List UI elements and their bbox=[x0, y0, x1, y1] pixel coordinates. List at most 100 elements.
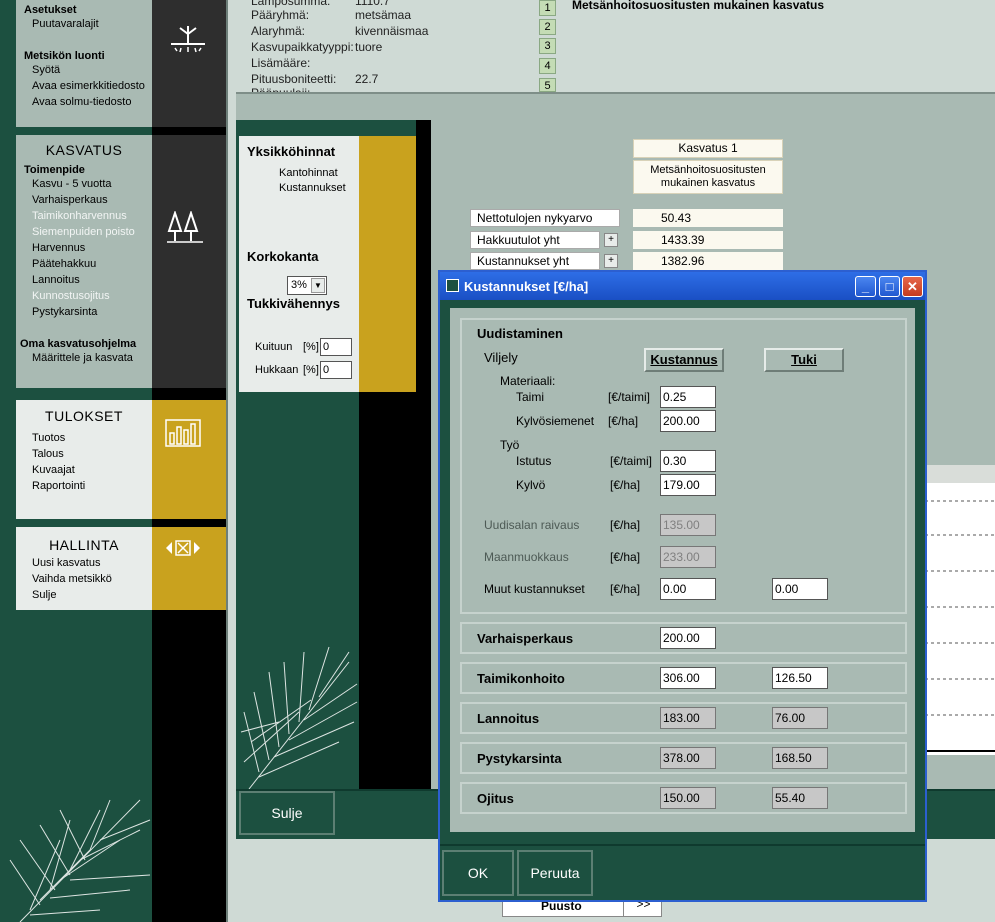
nav-item-syota[interactable]: Syötä bbox=[24, 62, 152, 78]
kylvosiemenet-unit: [€/ha] bbox=[608, 414, 639, 428]
lannoitus-tuki-input: 76.00 bbox=[772, 707, 828, 729]
taimi-input[interactable]: 0.25 bbox=[660, 386, 716, 408]
hukkaan-input[interactable]: 0 bbox=[320, 361, 352, 379]
close-window-button[interactable]: Sulje bbox=[239, 791, 335, 835]
muut-kustannukset-tuki-input[interactable]: 0.00 bbox=[772, 578, 828, 600]
nav-item-varhaisperkaus[interactable]: Varhaisperkaus bbox=[24, 192, 152, 208]
kylvosiemenet-input[interactable]: 200.00 bbox=[660, 410, 716, 432]
nav-title-tulokset: TULOKSET bbox=[45, 408, 123, 424]
nav-item-vaihda-metsikko[interactable]: Vaihda metsikkö bbox=[24, 571, 152, 587]
maanmuokkaus-label: Maanmuokkaus bbox=[484, 550, 569, 564]
cancel-button[interactable]: Peruuta bbox=[517, 850, 593, 896]
taimikonhoito-tuki-input[interactable]: 126.50 bbox=[772, 667, 828, 689]
seedling-icon bbox=[171, 26, 205, 53]
info-label-lamposumma: Lämpösumma: bbox=[251, 0, 331, 8]
nav-item-tuotos[interactable]: Tuotos bbox=[24, 430, 152, 446]
chevron-down-icon[interactable]: ▼ bbox=[311, 278, 325, 293]
nav-item-harvennus[interactable]: Harvennus bbox=[24, 240, 152, 256]
muut-kustannukset-unit: [€/ha] bbox=[610, 582, 641, 596]
expand-kustannukset-button[interactable]: + bbox=[604, 254, 618, 268]
raivaus-unit: [€/ha] bbox=[610, 518, 641, 532]
nav-item-puutavaralajit[interactable]: Puutavaralajit bbox=[24, 16, 152, 32]
kustannus-column-header[interactable]: Kustannus bbox=[644, 348, 724, 372]
varhaisperkaus-kustannus-input[interactable]: 200.00 bbox=[660, 627, 716, 649]
section-varhaisperkaus: Varhaisperkaus 200.00 bbox=[460, 622, 907, 654]
korkokanta-label: Korkokanta bbox=[247, 249, 319, 264]
nav-item-avaa-esimerkki[interactable]: Avaa esimerkkitiedosto bbox=[24, 78, 152, 94]
nav-item-talous[interactable]: Talous bbox=[24, 446, 152, 462]
menu-kustannukset[interactable]: Kustannukset bbox=[279, 182, 359, 194]
kylvo-unit: [€/ha] bbox=[610, 478, 641, 492]
maanmuokkaus-unit: [€/ha] bbox=[610, 550, 641, 564]
raivaus-input: 135.00 bbox=[660, 514, 716, 536]
pine-branch-decoration-window bbox=[240, 646, 358, 789]
info-value-kasvupaikkatyyppi: tuore bbox=[355, 40, 383, 54]
tyo-label: Työ bbox=[500, 438, 520, 452]
label-kustannukset-yht: Kustannukset yht bbox=[470, 252, 600, 270]
unit-prices-heading: Yksikköhinnat bbox=[247, 144, 336, 159]
nav-icon-box-kasvatus bbox=[152, 135, 226, 388]
nav-title-kasvatus: KASVATUS bbox=[45, 142, 123, 158]
nav-item-lannoitus[interactable]: Lannoitus bbox=[24, 272, 152, 288]
tuki-column-header[interactable]: Tuki bbox=[764, 348, 844, 372]
nav-heading-asetukset: Asetukset bbox=[24, 4, 77, 16]
kasvatus-title: Kasvatus 1 bbox=[633, 139, 783, 158]
istutus-label: Istutus bbox=[516, 454, 552, 468]
nav-icon-box-settings bbox=[152, 0, 226, 127]
step-button-2[interactable]: 2 bbox=[539, 19, 556, 35]
taimikonhoito-label: Taimikonhoito bbox=[477, 671, 565, 686]
nav-item-siemenpuiden-poisto: Siemenpuiden poisto bbox=[32, 226, 135, 238]
menu-kantohinnat[interactable]: Kantohinnat bbox=[279, 167, 359, 179]
kasvatus-subtitle: Metsänhoitosuositusten mukainen kasvatus bbox=[633, 160, 783, 194]
maximize-button[interactable]: □ bbox=[879, 276, 900, 297]
nav-item-maarittele[interactable]: Määrittele ja kasvata bbox=[24, 350, 152, 366]
minimize-button[interactable]: _ bbox=[855, 276, 876, 297]
step-button-5[interactable]: 5 bbox=[539, 78, 556, 92]
step-button-3[interactable]: 3 bbox=[539, 38, 556, 54]
nav-heading-oma-kasvatusohjelma: Oma kasvatusohjelma bbox=[20, 338, 137, 350]
materiaali-label: Materiaali: bbox=[500, 374, 556, 388]
nav-block-hallinta: HALLINTA Uusi kasvatus Vaihda metsikkö S… bbox=[16, 527, 152, 610]
korkokanta-select[interactable]: 3% ▼ bbox=[287, 276, 327, 295]
step-button-4[interactable]: 4 bbox=[539, 58, 556, 74]
nav-item-pystykarsinta[interactable]: Pystykarsinta bbox=[24, 304, 152, 320]
kuituun-input[interactable]: 0 bbox=[320, 338, 352, 356]
uudistaminen-heading: Uudistaminen bbox=[477, 326, 563, 341]
korkokanta-value: 3% bbox=[291, 279, 307, 291]
nav-item-taimikonharvennus: Taimikonharvennus bbox=[32, 210, 127, 222]
ojitus-kustannus-input: 150.00 bbox=[660, 787, 716, 809]
tukkivahennys-heading: Tukkivähennys bbox=[247, 296, 340, 311]
taimi-label: Taimi bbox=[516, 390, 545, 404]
nav-item-sulje[interactable]: Sulje bbox=[24, 587, 152, 603]
app-icon bbox=[446, 279, 459, 292]
expand-hakkuutulot-button[interactable]: + bbox=[604, 233, 618, 247]
dialog-titlebar[interactable]: Kustannukset [€/ha] _ □ ✕ bbox=[440, 272, 925, 300]
info-value-alaryhma: kivennäismaa bbox=[355, 24, 429, 38]
label-nettotulojen-nykyarvo: Nettotulojen nykyarvo bbox=[470, 209, 620, 227]
background-table-fragment bbox=[925, 465, 995, 755]
step-button-1[interactable]: 1 bbox=[539, 0, 556, 16]
kuituun-label: Kuituun bbox=[255, 341, 293, 353]
nav-item-avaa-solmu[interactable]: Avaa solmu-tiedosto bbox=[24, 94, 152, 110]
nav-item-raportointi[interactable]: Raportointi bbox=[24, 478, 152, 494]
nav-item-kasvu[interactable]: Kasvu - 5 vuotta bbox=[24, 176, 152, 192]
nav-item-uusi-kasvatus[interactable]: Uusi kasvatus bbox=[24, 555, 152, 571]
muut-kustannukset-input[interactable]: 0.00 bbox=[660, 578, 716, 600]
nav-heading-toimenpide: Toimenpide bbox=[24, 164, 85, 176]
raivaus-label: Uudisalan raivaus bbox=[484, 518, 580, 532]
nav-item-kuvaajat[interactable]: Kuvaajat bbox=[24, 462, 152, 478]
taimi-unit: [€/taimi] bbox=[608, 390, 651, 404]
nav-item-paatehakkuu[interactable]: Päätehakkuu bbox=[24, 256, 152, 272]
ok-button[interactable]: OK bbox=[442, 850, 514, 896]
kylvo-input[interactable]: 179.00 bbox=[660, 474, 716, 496]
close-icon[interactable]: ✕ bbox=[902, 276, 923, 297]
taimikonhoito-kustannus-input[interactable]: 306.00 bbox=[660, 667, 716, 689]
section-taimikonhoito: Taimikonhoito 306.00 126.50 bbox=[460, 662, 907, 694]
lannoitus-kustannus-input: 183.00 bbox=[660, 707, 716, 729]
nav-block-tulokset: TULOKSET Tuotos Talous Kuvaajat Raportoi… bbox=[16, 400, 152, 519]
viljely-label: Viljely bbox=[484, 350, 518, 365]
dialog-body: Uudistaminen Viljely Kustannus Tuki Mate… bbox=[450, 308, 915, 832]
unit-prices-black-block bbox=[359, 392, 431, 789]
dialog-footer: OK Peruuta bbox=[440, 844, 925, 900]
istutus-input[interactable]: 0.30 bbox=[660, 450, 716, 472]
